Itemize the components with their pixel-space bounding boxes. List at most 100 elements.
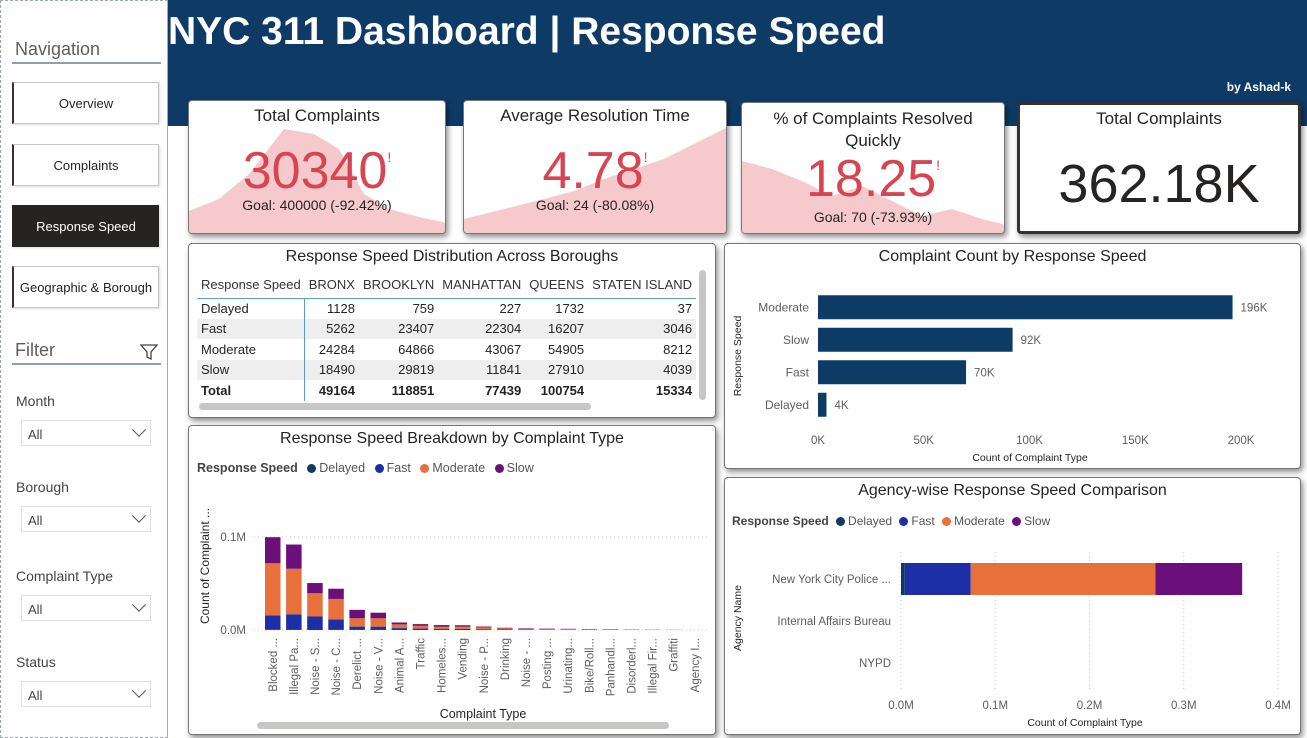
table-total-row[interactable]: Total 49164 118851 77439 100754 15334 [197,380,696,401]
column-header[interactable]: MANHATTAN [438,272,525,298]
bar-segment[interactable] [539,628,555,630]
y-tick-label: New York City Police ... [772,574,891,586]
agency-stacked-bar-chart[interactable]: 0.0M 0.1M 0.2M 0.3M 0.4M New York City Police… [725,478,1301,735]
bar-segment[interactable] [307,616,323,630]
bar-segment[interactable] [412,628,429,630]
bar-segment[interactable] [970,563,1156,595]
y-axis-title: Count of Complaint ... [198,508,212,624]
bar-segment[interactable] [328,598,344,620]
bar-segment[interactable] [286,568,302,615]
bar-segment[interactable] [497,628,513,630]
nav-complaints-button[interactable]: Complaints [12,144,159,186]
x-tick-label: 0K [811,435,825,447]
bar-segment[interactable] [307,583,323,594]
bar-segment[interactable] [433,625,450,627]
bar-segment[interactable] [349,609,365,619]
kpi-goal: Goal: 400000 (-92.42%) [242,197,392,213]
bar-segment[interactable] [433,626,450,630]
complaint-count-bar-chart[interactable]: 0K 50K 100K 150K 200K Moderate 196K Slow 92K Fast… [725,244,1301,469]
complaint-type-filter-select[interactable]: All [21,595,151,621]
borough-distribution-panel: Response Speed Distribution Across Borou… [188,243,716,418]
kpi-card-resolved-quickly[interactable]: % of Complaints Resolved Quickly 18.25! … [741,102,1005,234]
borough-filter-select[interactable]: All [21,506,151,532]
x-tick-label: Drinking [500,638,512,680]
y-tick-label: Moderate [758,300,809,314]
column-header[interactable]: Response Speed [197,272,305,298]
x-tick-label: Vending [458,638,470,680]
bar-segment[interactable] [328,619,344,630]
kpi-card-average-resolution-time[interactable]: Average Resolution Time 4.78! Goal: 24 (… [463,100,727,234]
y-tick-label: 0.0M [220,625,246,637]
horizontal-scrollbar[interactable] [199,403,591,410]
bar-segment[interactable] [307,593,323,617]
bar-segment[interactable] [265,563,281,616]
bar-segment[interactable] [391,628,408,630]
table-cell: 3046 [588,318,697,339]
bar-segment[interactable] [904,563,971,595]
status-filter-select[interactable]: All [21,681,151,707]
nav-overview-button[interactable]: Overview [12,82,159,124]
bar-segment[interactable] [412,624,429,626]
bar-segment[interactable] [286,544,302,569]
nav-response-speed-button[interactable]: Response Speed [12,205,159,247]
x-tick-label: 200K [1228,435,1255,447]
y-tick-label: 0.1M [220,532,246,544]
bar-segment[interactable] [370,618,387,627]
month-filter-select[interactable]: All [21,420,151,446]
bar-segment[interactable] [349,618,365,627]
x-tick-label: Urinating... [563,638,575,694]
table-row[interactable]: Delayed 1128 759 227 1732 37 [197,298,697,319]
kpi-value: 362.18K [1058,154,1260,214]
bar-segment[interactable] [265,629,281,630]
bar-segment[interactable] [286,629,302,630]
bar-segment[interactable] [476,627,492,630]
bar-segment[interactable] [901,563,905,595]
bar-segment[interactable] [328,588,344,599]
x-tick-label: Derelict ... [352,638,364,690]
bar[interactable] [818,327,1013,352]
bar-segment[interactable] [286,614,302,630]
table-cell: 24284 [318,341,355,357]
table-row[interactable]: Moderate 24284 64866 43067 54905 8212 [197,339,696,360]
nav-geographic-borough-button[interactable]: Geographic & Borough [12,266,159,308]
column-header[interactable]: QUEENS [525,272,588,298]
y-tick-label: Slow [783,333,809,347]
bar[interactable] [818,360,967,385]
bar-segment[interactable] [497,627,513,629]
horizontal-scrollbar[interactable] [257,722,669,729]
column-header[interactable]: BRONX [305,272,359,298]
bar-segment[interactable] [433,629,450,630]
complaint-type-stacked-chart[interactable]: 0.0M 0.1M Blocked ... Illegal Pa... Noise - … [189,426,716,735]
filter-heading: Filter [15,340,55,360]
kpi-card-total-complaints-count[interactable]: Total Complaints 362.18K [1017,102,1301,234]
bar-segment[interactable] [454,625,471,627]
bar-segment[interactable] [265,615,281,630]
bar-segment[interactable] [391,624,408,629]
borough-matrix-table[interactable]: Response Speed BRONX BROOKLYN MANHATTAN … [197,272,697,401]
bar-segment[interactable] [370,626,387,630]
table-row[interactable]: Slow 18490 29819 11841 27910 4039 [197,359,697,380]
bar[interactable] [818,392,827,417]
bar-segment[interactable] [1155,563,1243,595]
bar-segment[interactable] [265,537,281,564]
vertical-scrollbar[interactable] [699,270,706,400]
bar-segment[interactable] [370,612,387,619]
bar-segment[interactable] [476,626,492,628]
table-row[interactable]: Fast 5262 23407 22304 16207 3046 [197,318,697,339]
kpi-alert-indicator: ! [387,149,392,165]
bar-segment[interactable] [581,629,598,630]
bar-segment[interactable] [476,629,492,630]
bar-segment[interactable] [454,628,471,630]
x-tick-label: Graffiti [669,638,681,672]
bar-segment[interactable] [412,625,429,629]
bar-segment[interactable] [391,622,408,625]
kpi-card-total-complaints[interactable]: Total Complaints 30340! Goal: 400000 (-9… [188,100,446,234]
bar-segment[interactable] [518,628,534,630]
bar-segment[interactable] [349,626,365,630]
bar-segment[interactable] [454,626,471,629]
bar[interactable] [818,295,1233,320]
column-header[interactable]: STATEN ISLAND [588,272,696,298]
bar-segment[interactable] [560,629,576,630]
column-header[interactable]: BROOKLYN [359,272,438,298]
x-tick-label: Noise - V... [373,638,385,694]
